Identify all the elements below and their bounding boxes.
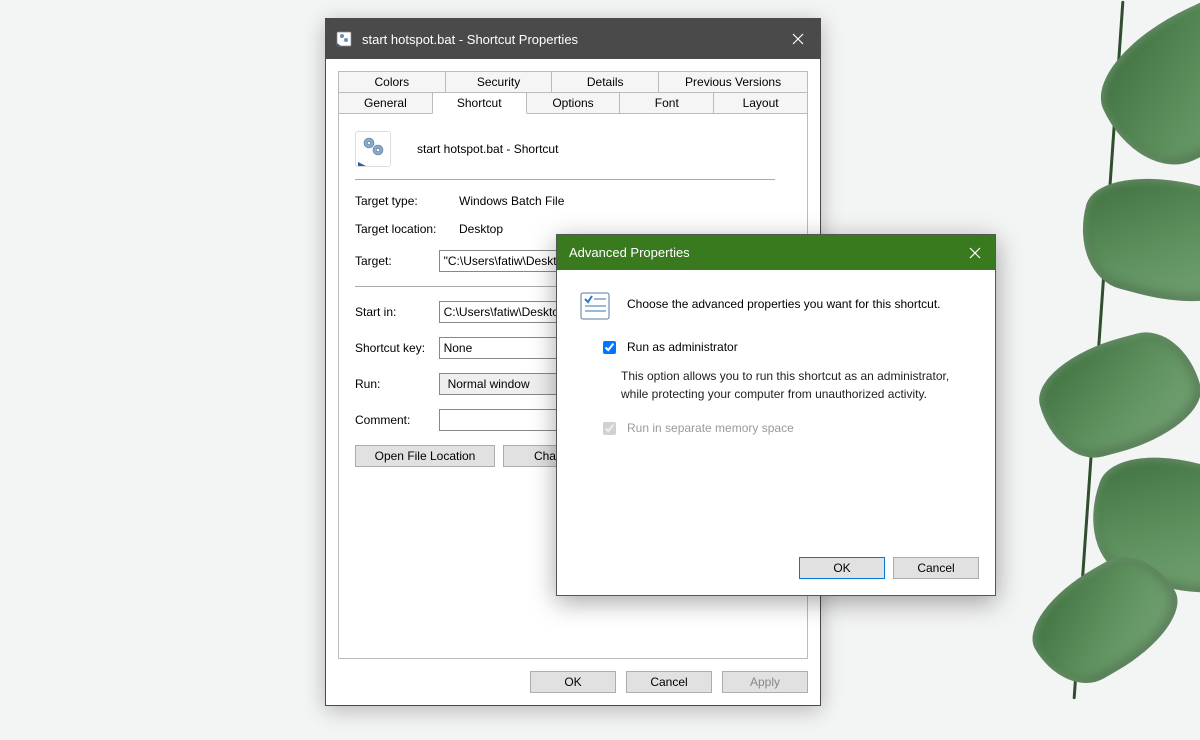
shortcut-file-icon	[336, 31, 352, 47]
close-icon	[969, 247, 981, 259]
open-file-location-button[interactable]: Open File Location	[355, 445, 495, 467]
tab-strip: Colors Security Details Previous Version…	[338, 71, 808, 114]
target-label: Target:	[355, 254, 439, 268]
shortcut-name: start hotspot.bat - Shortcut	[417, 142, 558, 156]
apply-button[interactable]: Apply	[722, 671, 808, 693]
tab-shortcut[interactable]: Shortcut	[432, 92, 527, 114]
titlebar[interactable]: start hotspot.bat - Shortcut Properties	[326, 19, 820, 59]
ok-button[interactable]: OK	[530, 671, 616, 693]
gears-shortcut-icon	[355, 131, 391, 167]
close-button[interactable]	[776, 19, 820, 59]
adv-ok-button[interactable]: OK	[799, 557, 885, 579]
checklist-icon	[579, 290, 611, 322]
advanced-properties-dialog: Advanced Properties Choose the advanced …	[556, 234, 996, 596]
adv-window-title: Advanced Properties	[569, 245, 955, 260]
separate-memory-checkbox	[603, 422, 616, 435]
start-in-label: Start in:	[355, 305, 439, 319]
dialog-buttons: OK Cancel Apply	[338, 659, 808, 693]
adv-close-button[interactable]	[955, 235, 995, 270]
tab-previous-versions[interactable]: Previous Versions	[658, 71, 808, 92]
run-as-admin-checkbox[interactable]	[603, 341, 616, 354]
target-type-label: Target type:	[355, 194, 459, 208]
close-icon	[792, 33, 804, 45]
adv-message: Choose the advanced properties you want …	[627, 290, 941, 311]
tab-security[interactable]: Security	[445, 71, 553, 92]
tab-options[interactable]: Options	[526, 92, 621, 114]
adv-cancel-button[interactable]: Cancel	[893, 557, 979, 579]
tab-general[interactable]: General	[338, 92, 433, 114]
run-as-admin-desc: This option allows you to run this short…	[621, 367, 951, 403]
tab-details[interactable]: Details	[551, 71, 659, 92]
tab-layout[interactable]: Layout	[713, 92, 808, 114]
target-type-value: Windows Batch File	[459, 194, 791, 208]
comment-label: Comment:	[355, 413, 439, 427]
shortcut-key-label: Shortcut key:	[355, 341, 439, 355]
tab-font[interactable]: Font	[619, 92, 714, 114]
run-label: Run:	[355, 377, 439, 391]
separate-memory-label: Run in separate memory space	[627, 421, 794, 435]
tab-colors[interactable]: Colors	[338, 71, 446, 92]
window-title: start hotspot.bat - Shortcut Properties	[362, 32, 776, 47]
target-location-label: Target location:	[355, 222, 459, 236]
adv-titlebar[interactable]: Advanced Properties	[557, 235, 995, 270]
cancel-button[interactable]: Cancel	[626, 671, 712, 693]
run-as-admin-label: Run as administrator	[627, 340, 738, 354]
